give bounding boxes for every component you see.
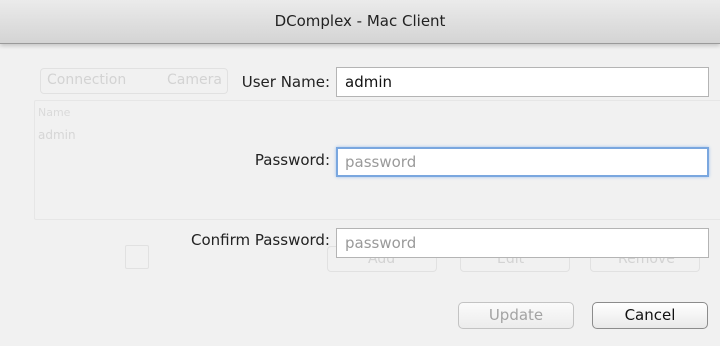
user-name-field[interactable] (336, 67, 709, 97)
update-button[interactable]: Update (458, 302, 574, 329)
background-table-header: Name (38, 106, 71, 119)
password-label: Password: (254, 151, 330, 169)
background-tab-camera: Camera (167, 72, 222, 88)
password-field[interactable] (336, 147, 709, 177)
confirm-password-field[interactable] (336, 228, 709, 258)
background-table-row: admin (38, 128, 76, 142)
background-control (125, 245, 149, 269)
confirm-password-label: Confirm Password: (190, 231, 330, 249)
window-title-bar[interactable]: DComplex - Mac Client (0, 0, 720, 44)
window-title: DComplex - Mac Client (274, 12, 446, 30)
user-name-label: User Name: (241, 73, 330, 91)
background-tab-connection: Connection (47, 72, 127, 88)
cancel-button[interactable]: Cancel (592, 302, 708, 329)
